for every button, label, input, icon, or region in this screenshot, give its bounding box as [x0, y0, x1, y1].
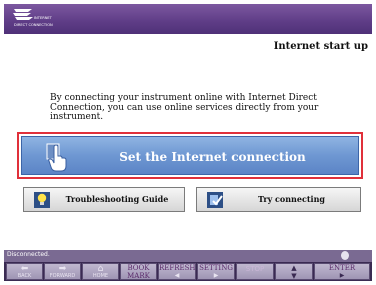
enter-arrow-icon: ▶ [339, 272, 345, 279]
hand-pointer-icon [46, 143, 67, 172]
setting-button[interactable]: SETTING ▶ [197, 263, 235, 280]
try-connecting-button[interactable]: Try connecting [196, 187, 361, 212]
home-label: HOME [92, 273, 109, 279]
forward-button[interactable]: ➡ FORWARD [44, 263, 81, 280]
page-title: Internet start up [273, 41, 368, 52]
enter-button[interactable]: ENTER ▶ [314, 263, 370, 280]
connection-check-icon [207, 192, 223, 208]
connection-status-text: Disconnected. [7, 251, 50, 258]
forward-label: FORWARD [49, 273, 76, 279]
status-indicator-icon [341, 251, 349, 260]
back-button[interactable]: ⬅ BACK [6, 263, 43, 280]
logo-mark-icon [13, 9, 33, 20]
up-down-button[interactable]: ▲ ▼ [275, 263, 313, 280]
logo-text-direct-connection: DIRECT CONNECTION [14, 23, 53, 27]
right-arrow-icon: ▶ [213, 272, 219, 279]
logo-text-internet: INTERNET [34, 16, 52, 20]
header-bar: INTERNET DIRECT CONNECTION [4, 4, 372, 34]
set-internet-connection-label: Set the Internet connection [119, 150, 306, 164]
bookmark-button[interactable]: BOOK MARK [120, 263, 157, 280]
stop-label: STOP [245, 265, 265, 273]
refresh-label: REFRESH [159, 264, 196, 272]
bookmark-label-bottom: MARK [127, 272, 150, 280]
troubleshooting-guide-label: Troubleshooting Guide [65, 194, 169, 204]
set-internet-connection-button-face[interactable]: Set the Internet connection [21, 136, 359, 175]
refresh-setting-button[interactable]: REFRESH ◀ [158, 263, 196, 280]
setting-label: SETTING [199, 264, 233, 272]
enter-label: ENTER [328, 264, 356, 272]
stop-button[interactable]: STOP [236, 263, 274, 280]
internet-direct-connection-logo: INTERNET DIRECT CONNECTION [12, 8, 53, 30]
intro-text: By connecting your instrument online wit… [50, 93, 319, 123]
down-arrow-icon: ▼ [291, 272, 297, 280]
set-internet-connection-button[interactable]: Set the Internet connection [17, 132, 363, 179]
bookmark-label-top: BOOK [127, 264, 150, 272]
troubleshooting-guide-button[interactable]: Troubleshooting Guide [23, 187, 185, 212]
lightbulb-icon [34, 192, 50, 208]
home-button[interactable]: ⌂ HOME [82, 263, 119, 280]
try-connecting-label: Try connecting [258, 194, 325, 204]
up-arrow-icon: ▲ [291, 264, 297, 272]
bottom-panel: Disconnected. ⬅ BACK ➡ FORWARD ⌂ HOME BO… [4, 250, 372, 281]
back-label: BACK [17, 273, 32, 279]
status-bar: Disconnected. [4, 250, 372, 262]
internet-start-screen: INTERNET DIRECT CONNECTION Internet star… [0, 0, 376, 285]
left-arrow-icon: ◀ [174, 272, 180, 279]
